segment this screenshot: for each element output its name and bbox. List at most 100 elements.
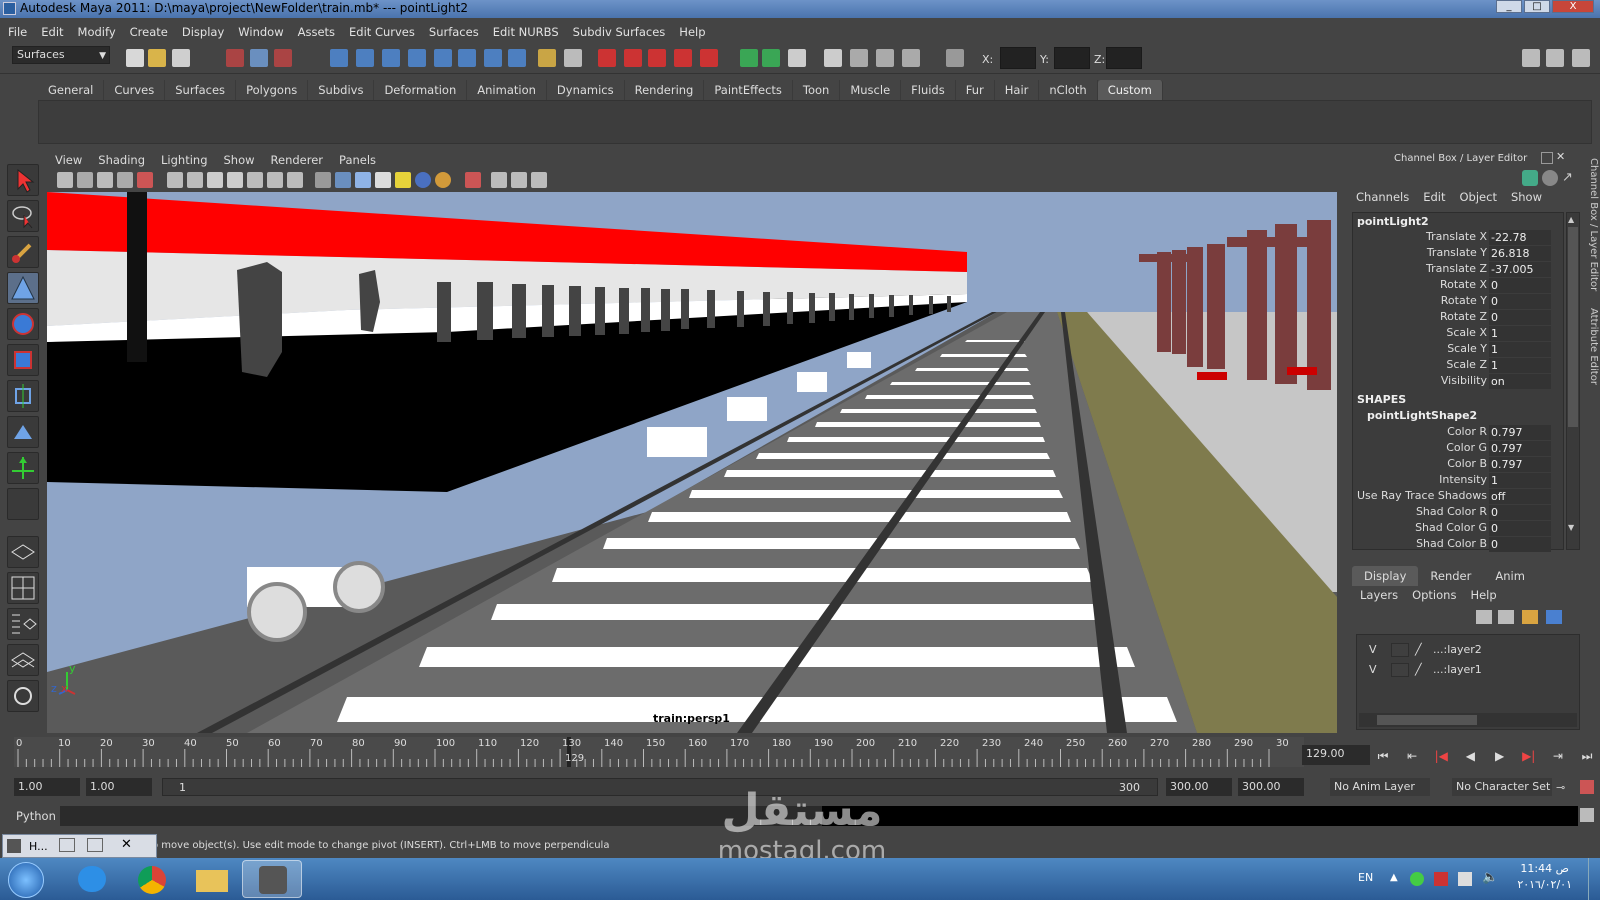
safe-title-icon[interactable] xyxy=(287,172,303,188)
internet-explorer-icon[interactable] xyxy=(62,860,122,898)
action-center-icon[interactable] xyxy=(1434,872,1448,886)
scroll-thumb[interactable] xyxy=(1568,227,1578,427)
shelf-tab-ncloth[interactable]: nCloth xyxy=(1039,80,1098,100)
menu-surfaces[interactable]: Surfaces xyxy=(429,25,479,39)
input-language[interactable]: EN xyxy=(1358,871,1373,884)
channel-node-name[interactable]: pointLight2 xyxy=(1357,215,1429,228)
viewport-menu-panels[interactable]: Panels xyxy=(339,153,376,167)
script-editor-icon[interactable] xyxy=(788,49,806,67)
channel-row-rotate-x[interactable]: Rotate X0 xyxy=(1353,278,1559,294)
channel-row-color-g[interactable]: Color G 0.797 xyxy=(1353,441,1559,457)
bookmark-icon[interactable] xyxy=(77,172,93,188)
layer-tab-render[interactable]: Render xyxy=(1418,566,1484,586)
save-scene-icon[interactable] xyxy=(172,49,190,67)
side-tab-attribute-editor[interactable]: Attribute Editor xyxy=(1588,308,1599,385)
channel-value[interactable]: -22.78 xyxy=(1489,230,1551,245)
input-line-icon[interactable] xyxy=(740,49,758,67)
textured-icon[interactable] xyxy=(375,172,391,188)
select-tool-icon[interactable] xyxy=(7,164,39,196)
step-back-frame-icon[interactable]: ⇤ xyxy=(1403,747,1421,765)
high-quality-icon[interactable] xyxy=(435,172,451,188)
new-layer-selected-icon[interactable] xyxy=(1498,610,1514,624)
channel-row-translate-z[interactable]: Translate Z -37.005 xyxy=(1353,262,1559,278)
character-set-select[interactable]: No Character Set xyxy=(1452,778,1552,796)
layer-name[interactable]: ...:layer2 xyxy=(1433,643,1482,656)
shadows-icon[interactable] xyxy=(415,172,431,188)
layer-hscroll-thumb[interactable] xyxy=(1377,715,1477,725)
animation-end-field[interactable]: 300.00 xyxy=(1238,778,1304,796)
play-backwards-icon[interactable]: ◀ xyxy=(1461,747,1479,765)
history-icon[interactable] xyxy=(484,49,502,67)
shelf-tab-painteffects[interactable]: PaintEffects xyxy=(704,80,793,100)
channel-row-rotate-y[interactable]: Rotate Y0 xyxy=(1353,294,1559,310)
camera-attributes-icon[interactable] xyxy=(57,172,73,188)
channel-value[interactable]: 0 xyxy=(1489,278,1551,293)
shelf-handle[interactable] xyxy=(12,78,34,144)
menu-edit-nurbs[interactable]: Edit NURBS xyxy=(493,25,559,39)
snap-grid-icon[interactable] xyxy=(330,49,348,67)
resolution-gate-icon[interactable] xyxy=(207,172,223,188)
attribute-editor-icon[interactable] xyxy=(824,49,842,67)
display-icon[interactable] xyxy=(1458,872,1472,886)
channel-row-intensity[interactable]: Intensity 1 xyxy=(1353,473,1559,489)
maximize-button[interactable]: □ xyxy=(1524,0,1550,13)
key-icon[interactable]: ⊸ xyxy=(1556,781,1565,794)
channel-value[interactable]: off xyxy=(1489,489,1551,504)
channel-menu-object[interactable]: Object xyxy=(1460,190,1497,210)
menu-display[interactable]: Display xyxy=(182,25,224,39)
channel-row-color-r[interactable]: Color R 0.797 xyxy=(1353,425,1559,441)
channel-scrollbar[interactable]: ▲ ▼ xyxy=(1566,212,1580,550)
move-tool-icon[interactable] xyxy=(7,272,39,304)
select-hierarchy-icon[interactable] xyxy=(226,49,244,67)
snap-live-icon[interactable] xyxy=(434,49,452,67)
film-gate-icon[interactable] xyxy=(187,172,203,188)
close-icon[interactable]: ✕ xyxy=(121,837,132,852)
render-frame-icon[interactable] xyxy=(624,49,642,67)
snap-point-icon[interactable] xyxy=(382,49,400,67)
channel-value[interactable]: 0 xyxy=(1489,505,1551,520)
layer-tab-anim[interactable]: Anim xyxy=(1483,566,1537,586)
layer-name[interactable]: ...:layer1 xyxy=(1433,663,1482,676)
paint-select-icon[interactable] xyxy=(7,236,39,268)
viewport-menu-view[interactable]: View xyxy=(55,153,82,167)
menu-modify[interactable]: Modify xyxy=(78,25,116,39)
image-plane-icon[interactable] xyxy=(97,172,113,188)
channel-value[interactable]: 0 xyxy=(1489,310,1551,325)
channel-value[interactable]: 0 xyxy=(1489,294,1551,309)
channel-value[interactable]: 0.797 xyxy=(1489,425,1551,440)
step-forward-key-icon[interactable]: ▶| xyxy=(1520,747,1538,765)
hypershade-icon[interactable] xyxy=(700,49,718,67)
system-clock[interactable]: 11:44 ص ٢٠١٦/٠٢/٠١ xyxy=(1517,861,1572,893)
network-icon[interactable] xyxy=(1410,872,1424,886)
scroll-up-icon[interactable]: ▲ xyxy=(1568,215,1578,225)
channel-value[interactable]: 0 xyxy=(1489,521,1551,536)
ipr-render-icon[interactable] xyxy=(648,49,666,67)
channel-row-scale-z[interactable]: Scale Z1 xyxy=(1353,358,1559,374)
move-layer-up-icon[interactable] xyxy=(1522,610,1538,624)
channel-value[interactable]: on xyxy=(1489,374,1551,389)
channel-value[interactable]: 1 xyxy=(1489,342,1551,357)
playback-end-field[interactable]: 300.00 xyxy=(1166,778,1232,796)
layer-hscrollbar[interactable] xyxy=(1359,713,1577,727)
play-forwards-icon[interactable]: ▶ xyxy=(1491,747,1509,765)
layer-menu-layers[interactable]: Layers xyxy=(1360,588,1398,602)
close-button[interactable]: X xyxy=(1552,0,1594,13)
channel-options-icon[interactable] xyxy=(1522,170,1538,186)
auto-key-icon[interactable] xyxy=(1580,780,1594,794)
shelf-tab-hair[interactable]: Hair xyxy=(994,80,1040,100)
volume-icon[interactable]: 🔈 xyxy=(1482,870,1498,885)
layer-color-icon[interactable]: ╱ xyxy=(1415,643,1422,656)
grid-icon[interactable] xyxy=(167,172,183,188)
menu-set-select[interactable]: Surfaces ▼ xyxy=(12,46,110,64)
four-pane-layout-icon[interactable] xyxy=(7,572,39,604)
move-layer-down-icon[interactable] xyxy=(1546,610,1562,624)
layer-menu-help[interactable]: Help xyxy=(1470,588,1496,602)
file-explorer-icon[interactable] xyxy=(182,860,242,898)
channel-value[interactable]: 1 xyxy=(1489,473,1551,488)
shelf-tab-custom[interactable]: Custom xyxy=(1097,80,1163,100)
attribute-panel-icon[interactable] xyxy=(1572,49,1590,67)
scale-tool-icon[interactable] xyxy=(7,344,39,376)
show-desktop-button[interactable] xyxy=(1588,858,1600,900)
restore-icon[interactable] xyxy=(59,838,75,852)
xray-joints-icon[interactable] xyxy=(511,172,527,188)
